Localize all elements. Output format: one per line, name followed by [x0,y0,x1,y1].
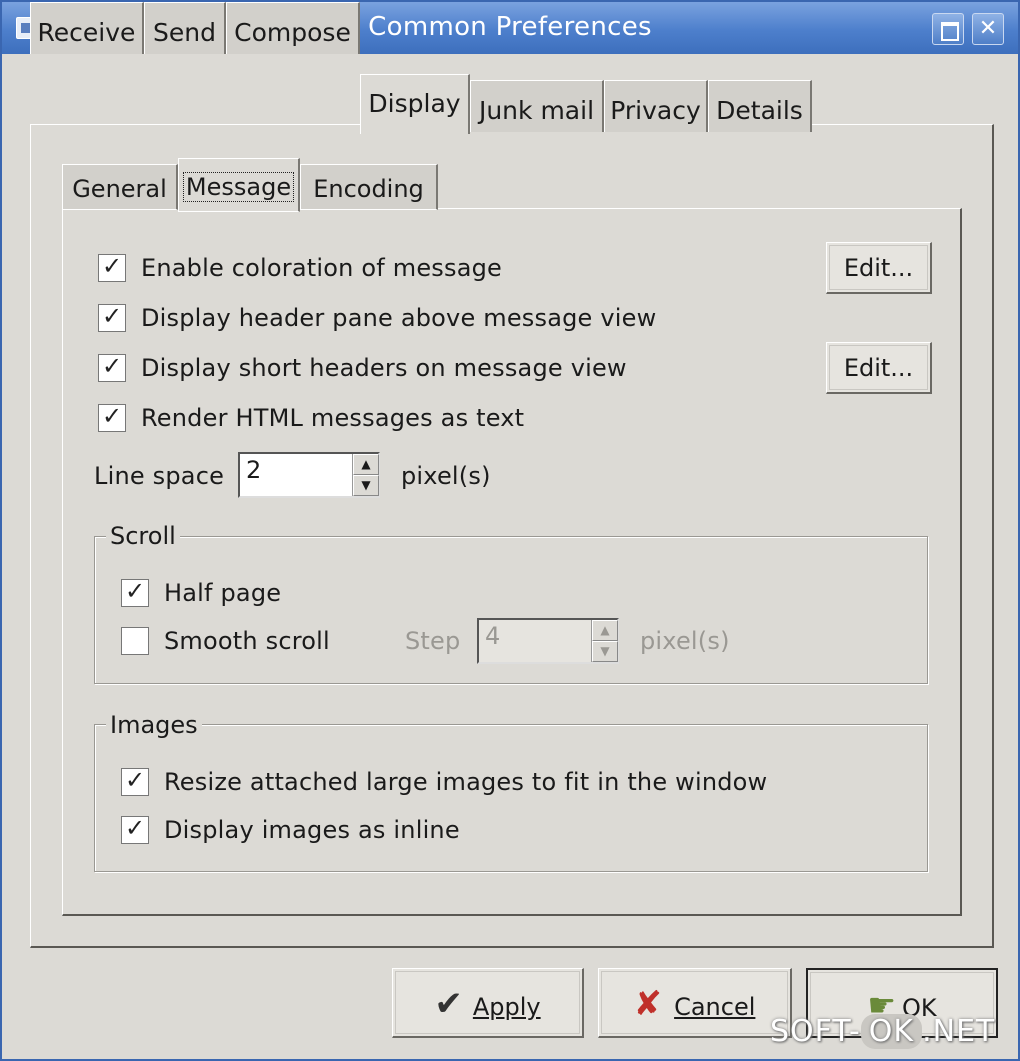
spin-up-icon[interactable]: ▲ [353,454,379,475]
enable-coloration-checkbox[interactable] [98,252,126,282]
close-button[interactable]: ✕ [972,13,1004,45]
half-page-label: Half page [164,579,282,607]
tab-send[interactable]: Send [144,2,226,54]
tab-display[interactable]: Display [360,74,470,134]
cancel-x-icon: ✘ [633,984,663,1024]
display-short-headers-label: Display short headers on message view [141,354,627,382]
scroll-frame-title: Scroll [106,522,180,550]
display-header-pane-checkbox[interactable] [98,302,126,332]
tab-privacy[interactable]: Privacy [604,80,708,132]
line-space-arrows: ▲ ▼ [352,454,379,496]
edit-short-headers-button[interactable]: Edit... [826,342,932,394]
tab-message[interactable]: Message [178,158,300,212]
watermark-left: SOFT [770,1014,849,1049]
tab-message-label: Message [182,172,295,202]
render-html-label: Render HTML messages as text [141,404,525,432]
half-page-checkbox[interactable] [121,577,149,607]
tab-junk-mail[interactable]: Junk mail [470,80,604,132]
watermark-middle: OK [860,1014,923,1049]
line-space-spinbox: ▲ ▼ [238,452,380,498]
watermark-right: .NET [922,1014,996,1049]
display-short-headers-checkbox[interactable] [98,352,126,382]
smooth-scroll-checkbox[interactable] [121,627,149,655]
step-unit: pixel(s) [640,627,730,655]
line-space-unit: pixel(s) [401,462,491,490]
preferences-window: Common Preferences ✕ Receive Send Compos… [0,0,1020,1061]
display-header-pane-label: Display header pane above message view [141,304,657,332]
step-label: Step [405,627,461,655]
images-frame-title: Images [106,711,202,739]
maximize-button[interactable] [932,13,964,45]
inline-images-label: Display images as inline [164,816,460,844]
apply-button[interactable]: ✔ Apply [392,968,584,1038]
resize-images-checkbox[interactable] [121,766,149,796]
edit-short-headers-label: Edit... [843,354,914,382]
apply-label: Apply [472,993,541,1021]
edit-coloration-button[interactable]: Edit... [826,242,932,294]
enable-coloration-label: Enable coloration of message [141,254,503,282]
resize-images-label: Resize attached large images to fit in t… [164,768,768,796]
line-space-input[interactable] [246,456,346,484]
spin-down-icon[interactable]: ▼ [353,475,379,496]
cancel-button[interactable]: ✘ Cancel [598,968,792,1038]
cancel-label: Cancel [674,993,756,1021]
tab-general[interactable]: General [62,164,178,210]
tab-details[interactable]: Details [708,80,812,132]
render-html-checkbox[interactable] [98,402,126,432]
edit-coloration-label: Edit... [843,254,914,282]
step-spinbox: ▲ ▼ [477,618,619,664]
tab-receive[interactable]: Receive [30,2,144,54]
spin-up-icon[interactable]: ▲ [592,620,618,641]
tab-compose[interactable]: Compose [226,2,360,54]
inline-images-checkbox[interactable] [121,814,149,844]
smooth-scroll-label: Smooth scroll [164,627,330,655]
step-input[interactable] [485,622,585,650]
images-frame [94,724,928,872]
spin-down-icon[interactable]: ▼ [592,641,618,662]
tab-encoding[interactable]: Encoding [300,164,438,210]
checkmark-icon: ✔ [434,984,463,1024]
watermark: SOFT- OK .NET [770,1014,996,1049]
line-space-label: Line space [94,462,225,490]
step-arrows: ▲ ▼ [591,620,618,662]
